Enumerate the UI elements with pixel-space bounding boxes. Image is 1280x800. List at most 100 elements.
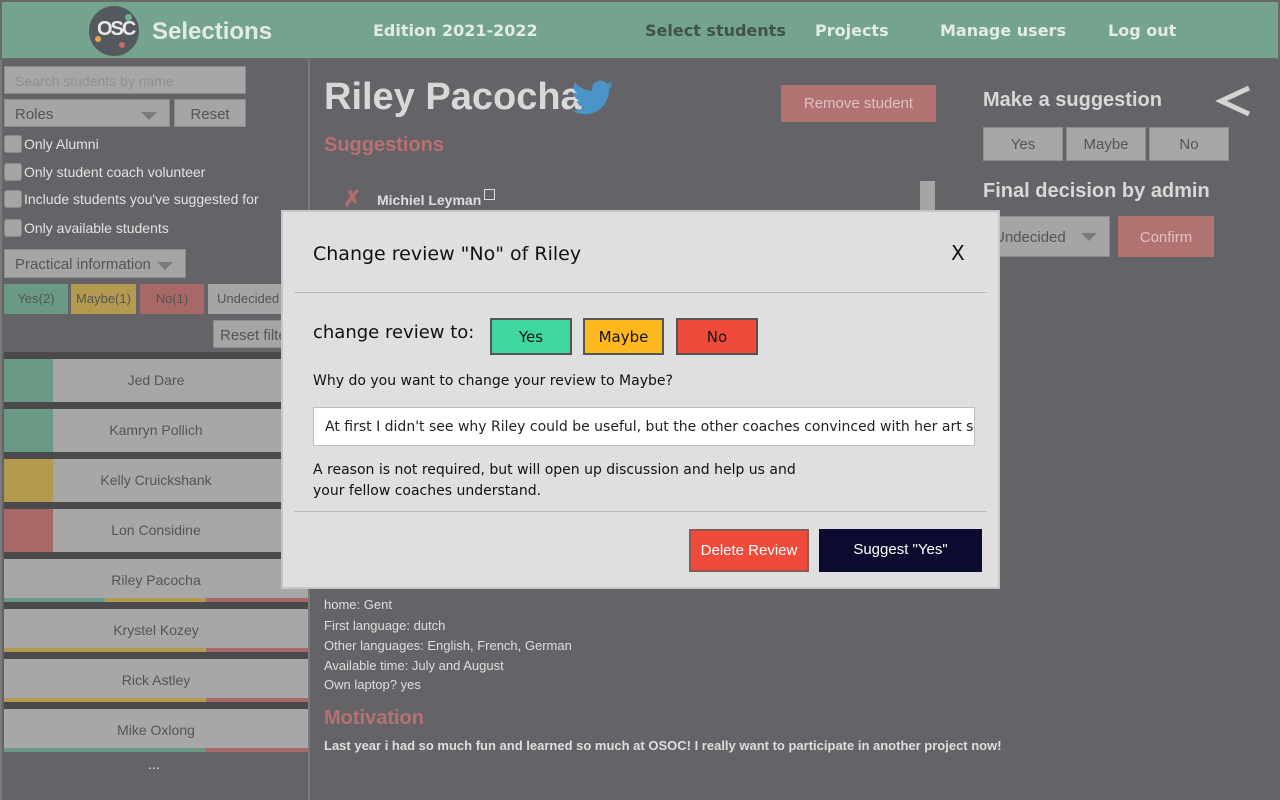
close-button[interactable]: X [951, 241, 965, 265]
info-available-time: Available time: July and August [324, 658, 504, 673]
divider [294, 292, 987, 293]
change-review-label: change review to: [313, 322, 475, 343]
suggest-yes-submit-button[interactable]: Suggest "Yes" [819, 529, 982, 572]
chip-yes[interactable]: Yes(2) [4, 284, 68, 314]
list-item[interactable]: Lon Considine [4, 509, 308, 552]
list-item[interactable]: Kelly Cruickshank [4, 459, 308, 502]
logo-dot-icon [119, 42, 125, 48]
change-review-modal: Change review "No" of Riley X change rev… [281, 210, 1000, 589]
modal-title: Change review "No" of Riley [313, 243, 582, 265]
list-item[interactable]: Krystel Kozey [4, 609, 308, 652]
roles-dropdown[interactable]: Roles [4, 99, 170, 127]
no-mark-icon: ✗ [343, 186, 362, 211]
nav-log-out[interactable]: Log out [1108, 21, 1176, 40]
filter-only-alumni[interactable]: Only Alumni [4, 134, 99, 154]
divider [294, 511, 987, 512]
suggestion-stripe [206, 748, 308, 752]
scrollbar[interactable] [920, 181, 935, 211]
roles-label: Roles [15, 106, 54, 123]
practical-info-dropdown[interactable]: Practical information [4, 249, 186, 278]
top-navbar: OSC Selections Edition 2021-2022 Select … [0, 0, 1280, 60]
student-name: Krystel Kozey [113, 622, 199, 638]
edit-icon[interactable] [484, 189, 495, 200]
checkbox[interactable] [4, 135, 22, 153]
suggest-no-button[interactable]: No [1149, 127, 1229, 161]
final-decision-heading: Final decision by admin [983, 180, 1210, 202]
list-separator [4, 352, 308, 359]
decision-dropdown[interactable]: Undecided [983, 216, 1110, 257]
back-arrow-icon[interactable] [1215, 85, 1253, 117]
student-name-title: Riley Pacocha [324, 76, 582, 118]
delete-review-button[interactable]: Delete Review [689, 529, 809, 572]
nav-select-students[interactable]: Select students [645, 21, 786, 40]
logo-text: OSC [97, 18, 136, 40]
nav-projects[interactable]: Projects [815, 21, 889, 40]
chevron-down-icon [157, 262, 173, 270]
list-separator [4, 552, 308, 559]
practical-info-label: Practical information [15, 256, 151, 273]
list-item[interactable]: Jed Dare [4, 359, 308, 402]
student-name: Kelly Cruickshank [100, 472, 212, 488]
checkbox-label: Include students you've suggested for [24, 191, 259, 207]
chip-maybe[interactable]: Maybe(1) [71, 284, 136, 314]
list-separator [4, 402, 308, 409]
checkbox-label: Only Alumni [24, 136, 99, 152]
review-no-button[interactable]: No [676, 318, 758, 355]
chevron-down-icon [1081, 233, 1097, 241]
list-item[interactable]: Rick Astley [4, 659, 308, 702]
review-maybe-button[interactable]: Maybe [583, 318, 664, 355]
info-first-language: First language: dutch [324, 618, 446, 633]
list-separator [4, 702, 308, 709]
checkbox-label: Only student coach volunteer [24, 164, 206, 180]
student-name: Lon Considine [111, 522, 201, 538]
list-item[interactable]: Riley Pacocha [4, 559, 308, 602]
list-separator [4, 502, 308, 509]
remove-student-button[interactable]: Remove student [781, 85, 936, 122]
make-suggestion-heading: Make a suggestion [983, 89, 1162, 111]
suggestion-stripe [4, 748, 206, 752]
reset-button[interactable]: Reset [174, 99, 246, 127]
confirm-button[interactable]: Confirm [1118, 216, 1214, 257]
brand-title[interactable]: Selections [152, 18, 272, 46]
twitter-icon[interactable] [572, 80, 614, 116]
reason-question: Why do you want to change your review to… [313, 373, 673, 389]
edition-label[interactable]: Edition 2021-2022 [373, 21, 538, 40]
checkbox[interactable] [4, 163, 22, 181]
list-separator [4, 652, 308, 659]
list-item[interactable]: Mike Oxlong [4, 709, 308, 752]
list-item[interactable]: Kamryn Pollich [4, 409, 308, 452]
search-input[interactable]: Search students by name [4, 66, 246, 94]
motivation-text: Last year i had so much fun and learned … [324, 738, 1002, 753]
load-more-indicator[interactable]: ... [148, 756, 160, 772]
filter-only-available[interactable]: Only available students [4, 218, 169, 238]
reason-hint: A reason is not required, but will open … [313, 462, 796, 499]
reason-input[interactable]: At first I didn't see why Riley could be… [313, 407, 975, 446]
checkbox[interactable] [4, 219, 22, 237]
student-name: Mike Oxlong [117, 722, 195, 738]
student-name: Kamryn Pollich [109, 422, 203, 438]
filter-student-coach[interactable]: Only student coach volunteer [4, 162, 205, 182]
decision-value: Undecided [994, 229, 1066, 246]
motivation-heading: Motivation [324, 707, 424, 729]
osoc-logo[interactable]: OSC [89, 6, 139, 56]
checkbox-label: Only available students [24, 220, 169, 236]
suggest-maybe-button[interactable]: Maybe [1066, 127, 1146, 161]
suggest-yes-button[interactable]: Yes [983, 127, 1063, 161]
review-yes-button[interactable]: Yes [490, 318, 572, 355]
info-own-laptop: Own laptop? yes [324, 677, 421, 692]
chip-no[interactable]: No(1) [140, 284, 204, 314]
list-separator [4, 602, 308, 609]
nav-manage-users[interactable]: Manage users [940, 21, 1066, 40]
student-name: Riley Pacocha [111, 572, 201, 588]
suggestions-heading: Suggestions [324, 134, 445, 156]
info-home: home: Gent [324, 597, 392, 612]
chevron-down-icon [141, 112, 157, 120]
student-name: Jed Dare [127, 372, 185, 388]
list-separator [4, 452, 308, 459]
info-other-languages: Other languages: English, French, German [324, 638, 572, 653]
filter-include-suggested[interactable]: Include students you've suggested for [4, 189, 259, 209]
student-name: Rick Astley [121, 672, 191, 688]
chip-undecided[interactable]: Undecided [208, 284, 288, 314]
suggestion-author: Michiel Leyman [377, 192, 482, 208]
checkbox[interactable] [4, 190, 22, 208]
